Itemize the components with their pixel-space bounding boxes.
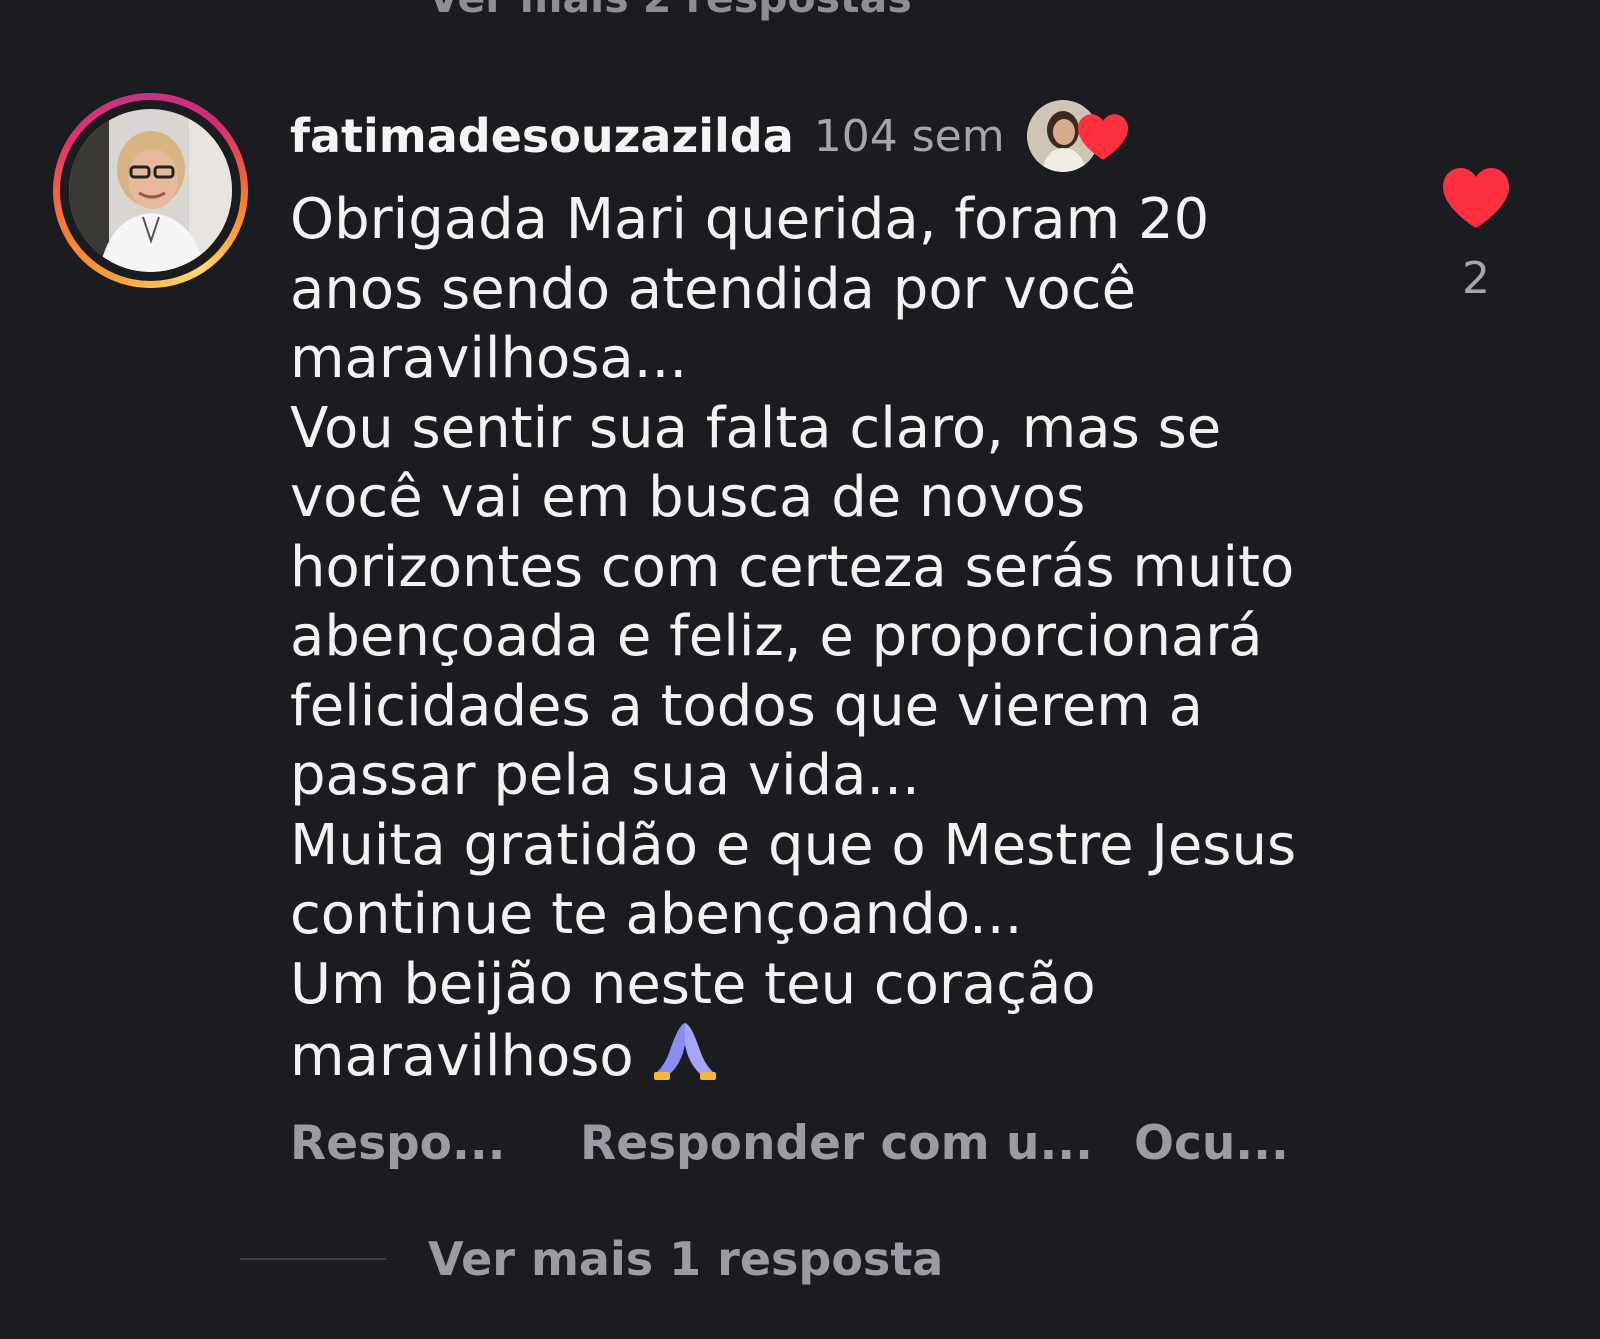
creator-liked-heart-icon: [1077, 114, 1128, 160]
comment-line: você vai em busca de novos: [290, 465, 1086, 530]
folded-hands-icon: [653, 1023, 716, 1080]
heart-filled-icon[interactable]: [1440, 165, 1512, 231]
comment-line: abençoada e feliz, e proporcionará: [290, 604, 1263, 669]
comment-line: horizontes com certeza serás muito: [290, 534, 1295, 600]
comment-line: Muita gratidão e que o Mestre Jesus: [290, 812, 1297, 878]
commenter-avatar[interactable]: [53, 93, 248, 288]
creator-liked-badge[interactable]: [1024, 98, 1135, 174]
comment-body: Obrigada Mari querida, foram 20 anos sen…: [290, 185, 1410, 1092]
more-replies-label: Ver mais 1 resposta: [428, 1232, 944, 1286]
avatar-photo: [69, 109, 232, 272]
reply-with-button[interactable]: Responder com u...: [580, 1116, 1093, 1171]
comment-line: maravilhosa...: [290, 326, 688, 391]
like-count: 2: [1462, 253, 1490, 304]
comment-line: Um beijão neste teu coração: [290, 951, 1096, 1017]
comment-line: Vou sentir sua falta claro, mas se: [290, 395, 1222, 461]
comment-username[interactable]: fatimadesouzazilda: [290, 109, 794, 163]
comment-line: continue te abençoando...: [290, 882, 1023, 947]
comment-last-line: maravilhoso: [290, 1019, 1410, 1092]
more-replies-link[interactable]: Ver mais 1 resposta: [240, 1232, 943, 1286]
divider: [240, 1258, 386, 1260]
comment-timestamp: 104 sem: [813, 110, 1005, 162]
comment-line: felicidades a todos que vierem a: [290, 673, 1203, 739]
previous-replies-link[interactable]: Ver mais 2 respostas: [428, 0, 912, 22]
comment-line: passar pela sua vida...: [290, 743, 920, 808]
comment-line: maravilhoso: [290, 1024, 634, 1089]
comment-line: anos sendo atendida por você: [290, 256, 1137, 322]
reply-button[interactable]: Respo...: [290, 1116, 506, 1171]
comment-line: Obrigada Mari querida, foram 20: [290, 187, 1210, 252]
hide-button[interactable]: Ocu...: [1134, 1116, 1289, 1171]
